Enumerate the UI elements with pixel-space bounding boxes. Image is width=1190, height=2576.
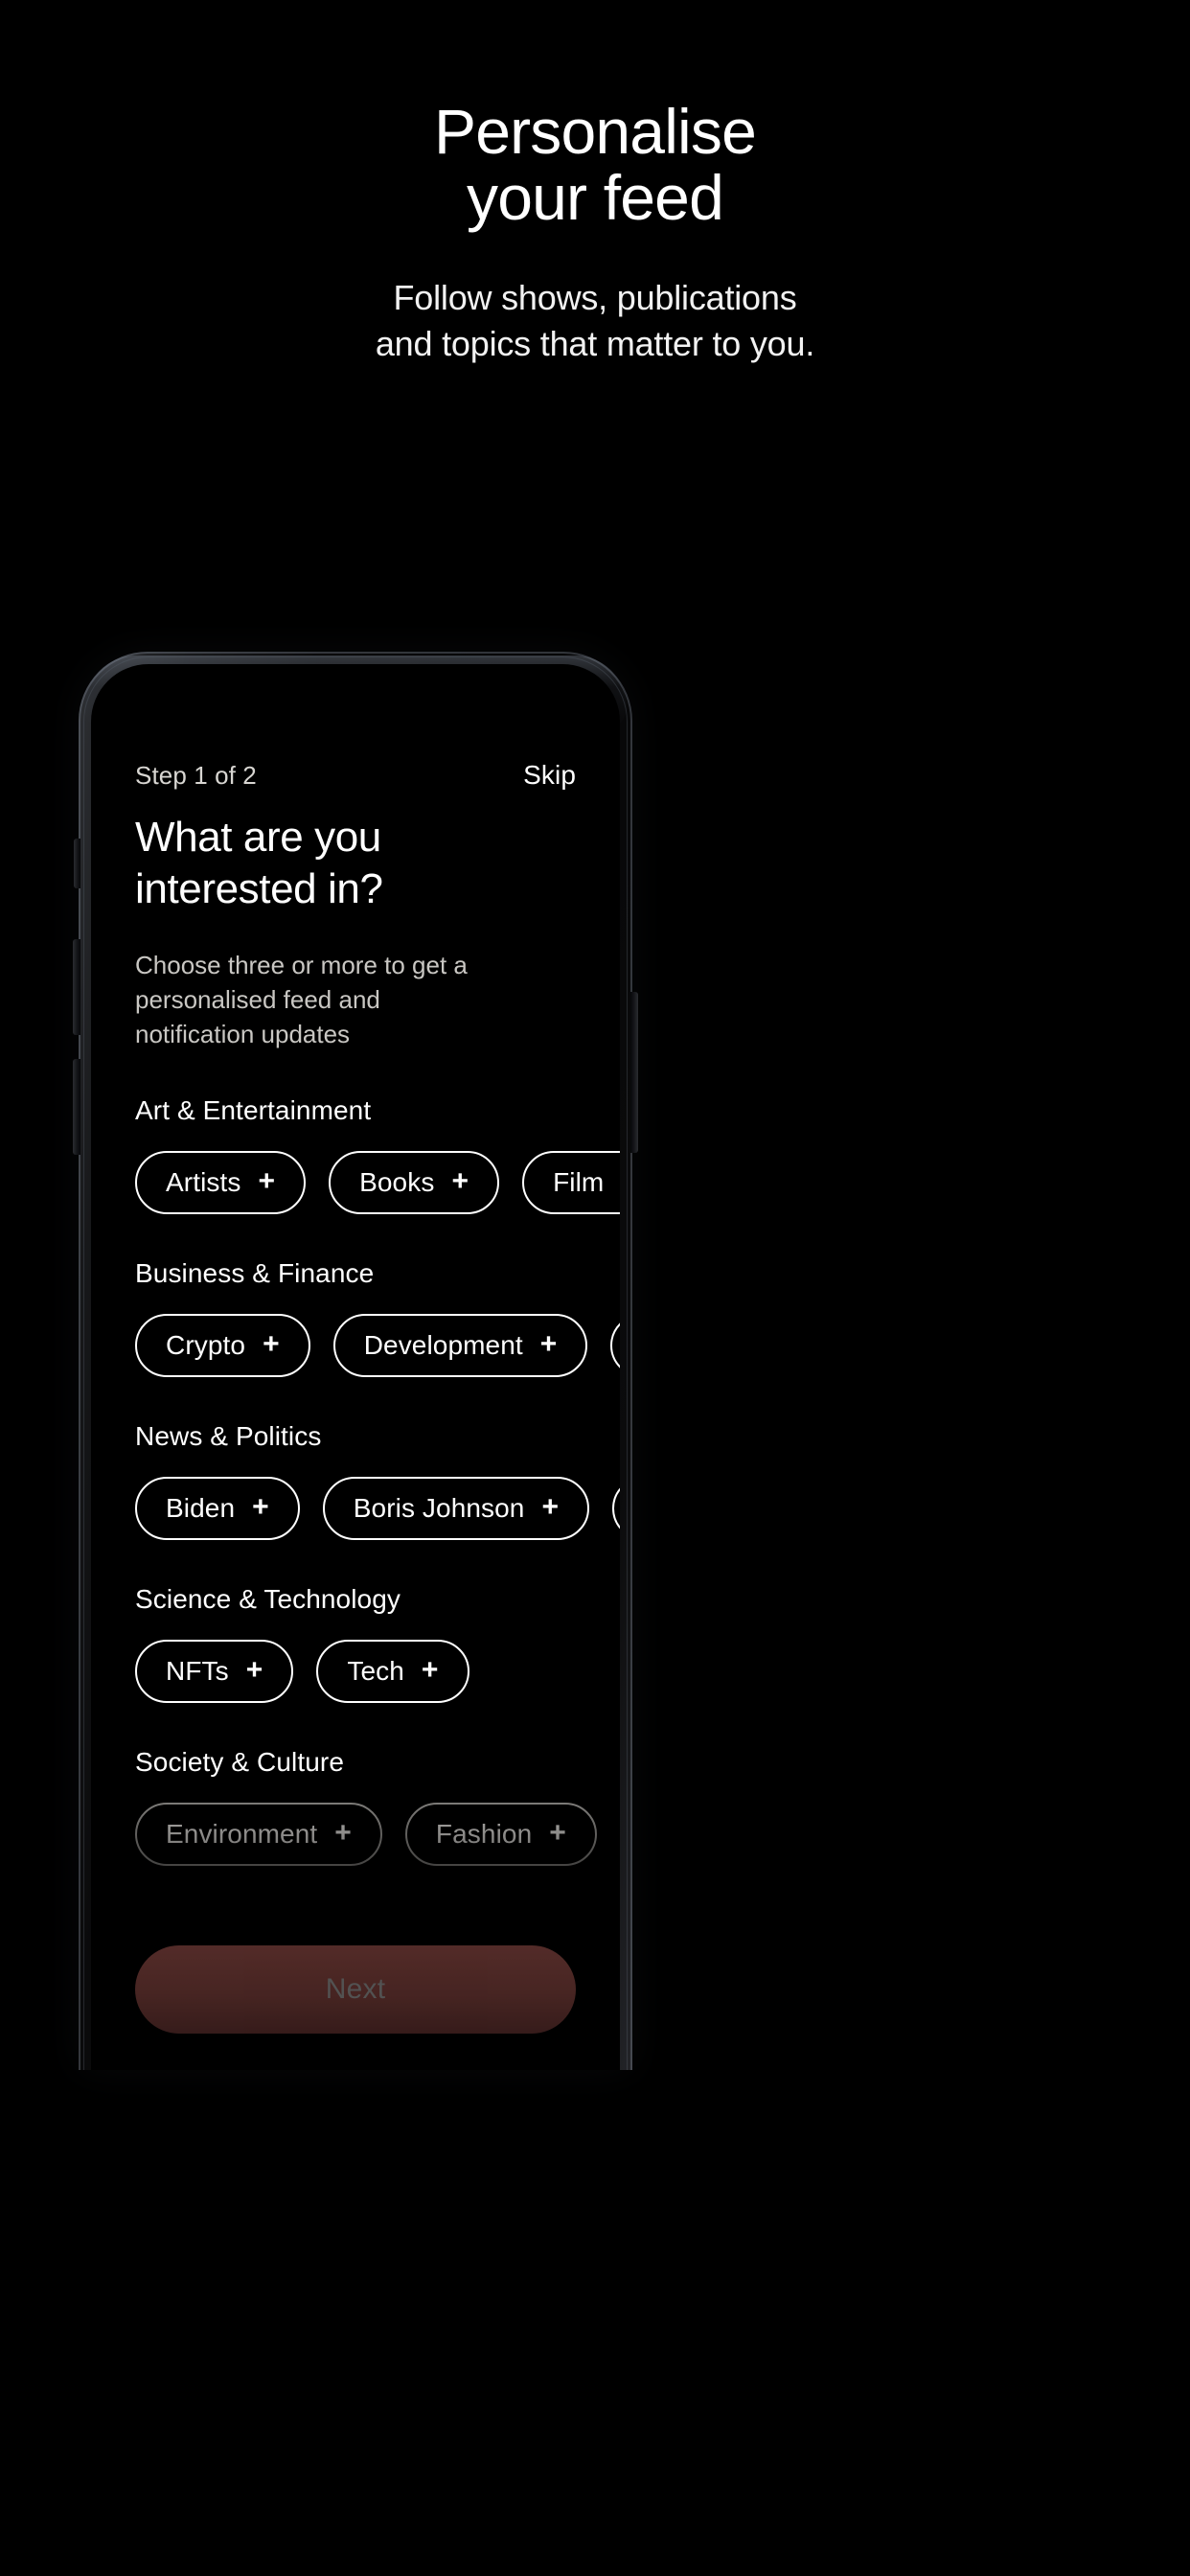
topic-chip[interactable]: Books +	[329, 1151, 500, 1214]
next-button-container: Next	[135, 1945, 576, 2034]
plus-icon: +	[258, 1165, 276, 1197]
page-title: What are you interested in?	[135, 814, 383, 912]
topic-chip-label: Books	[359, 1167, 435, 1197]
phone-screen: Step 1 of 2 Skip What are you interested…	[91, 664, 620, 2070]
category-section: Business & Finance Crypto + Development …	[135, 1258, 620, 1377]
silence-switch[interactable]	[74, 839, 80, 888]
topic-chip[interactable]: Environment +	[135, 1803, 382, 1866]
topic-chip-row[interactable]: Biden + Boris Johnson + Capitol Riots +	[135, 1477, 620, 1540]
topic-chip-row[interactable]: NFTs + Tech +	[135, 1640, 620, 1703]
power-button[interactable]	[630, 992, 638, 1153]
category-title: Business & Finance	[135, 1258, 375, 1288]
plus-icon: +	[263, 1328, 280, 1360]
topic-chip-label: Crypto	[166, 1330, 246, 1360]
plus-icon: +	[252, 1491, 269, 1523]
topic-chip-label: Development	[363, 1330, 523, 1360]
topic-chip[interactable]: Fashion +	[404, 1803, 597, 1866]
category-section: Science & Technology NFTs + Tech +	[135, 1584, 620, 1703]
topic-chip-label: Fashion	[435, 1819, 533, 1849]
screenshot-root: Personalise your feed Follow shows, publ…	[0, 0, 1190, 2576]
topic-chip[interactable]: NFTs +	[135, 1640, 294, 1703]
plus-icon: +	[541, 1491, 560, 1523]
plus-icon: +	[549, 1817, 566, 1849]
onboarding-screen: Step 1 of 2 Skip What are you interested…	[91, 664, 620, 2070]
topic-chip-row[interactable]: Crypto + Development + Energy + C	[135, 1314, 620, 1377]
phone-device-mockup: Step 1 of 2 Skip What are you interested…	[73, 652, 638, 2070]
topic-chip-label: Boris Johnson	[353, 1493, 525, 1523]
plus-icon: +	[451, 1165, 469, 1197]
plus-icon: +	[334, 1817, 352, 1849]
topic-chip-label: Environment	[166, 1819, 318, 1849]
category-title: Science & Technology	[135, 1584, 400, 1614]
plus-icon: +	[245, 1654, 263, 1686]
category-section: Art & Entertainment Artists + Books + Fi…	[135, 1095, 620, 1214]
topic-chip-label: Film	[553, 1167, 605, 1197]
step-indicator: Step 1 of 2	[135, 760, 257, 790]
category-title: Art & Entertainment	[135, 1095, 372, 1125]
topic-chip-label: Biden	[166, 1493, 236, 1523]
promo-header: Personalise your feed Follow shows, publ…	[0, 0, 1190, 367]
topic-chip-label: Tech	[347, 1656, 404, 1686]
plus-icon: +	[539, 1328, 558, 1360]
topic-chip-row[interactable]: Environment + Fashion + Philosophy +	[135, 1803, 620, 1866]
topic-chip[interactable]: Biden +	[135, 1477, 300, 1540]
topic-chip[interactable]: Capitol Riots +	[612, 1477, 620, 1540]
promo-title: Personalise your feed	[433, 96, 757, 233]
plus-icon: +	[421, 1654, 439, 1686]
promo-subtitle: Follow shows, publications and topics th…	[375, 278, 815, 363]
skip-button[interactable]: Skip	[523, 760, 576, 791]
topic-chip-row[interactable]: Artists + Books + Film + Netflix	[135, 1151, 620, 1214]
category-section: News & Politics Biden + Boris Johnson + …	[135, 1421, 620, 1540]
page-description: Choose three or more to get a personalis…	[135, 951, 468, 1048]
topic-chip[interactable]: Crypto +	[135, 1314, 310, 1377]
category-title: News & Politics	[135, 1421, 322, 1451]
onboarding-header: Step 1 of 2 Skip	[135, 664, 620, 791]
topic-chip[interactable]: Boris Johnson +	[322, 1477, 590, 1540]
topic-chip[interactable]: Development +	[332, 1314, 588, 1377]
topic-chip[interactable]: Artists +	[135, 1151, 307, 1214]
category-title: Society & Culture	[135, 1747, 345, 1777]
topic-chip[interactable]: Tech +	[316, 1640, 469, 1703]
next-button[interactable]: Next	[135, 1945, 576, 2034]
topic-chip-label: NFTs	[166, 1656, 229, 1686]
topic-chip[interactable]: Energy +	[610, 1314, 620, 1377]
category-section: Society & Culture Environment + Fashion …	[135, 1747, 620, 1866]
volume-down-button[interactable]	[73, 1059, 80, 1155]
topic-chip[interactable]: Film +	[522, 1151, 620, 1214]
topic-chip-label: Artists	[166, 1167, 241, 1197]
volume-up-button[interactable]	[73, 939, 80, 1035]
